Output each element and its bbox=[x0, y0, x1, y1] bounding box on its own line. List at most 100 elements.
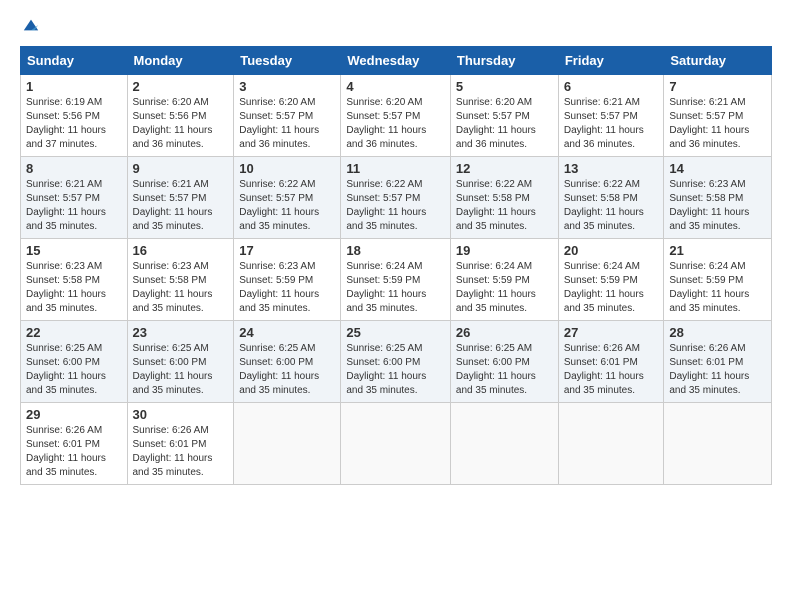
calendar-cell: 24Sunrise: 6:25 AM Sunset: 6:00 PM Dayli… bbox=[234, 321, 341, 403]
weekday-header-thursday: Thursday bbox=[450, 47, 558, 75]
day-number: 15 bbox=[26, 243, 122, 258]
calendar-cell: 15 Sunrise: 6:23 AM Sunset: 5:58 PM Dayli… bbox=[21, 239, 128, 321]
calendar-cell: 17Sunrise: 6:23 AM Sunset: 5:59 PM Dayli… bbox=[234, 239, 341, 321]
day-info: Sunrise: 6:22 AM Sunset: 5:58 PM Dayligh… bbox=[456, 178, 553, 234]
day-number: 14 bbox=[669, 161, 766, 176]
calendar-cell: 5 Sunrise: 6:20 AM Sunset: 5:57 PM Daylig… bbox=[450, 75, 558, 157]
day-info: Sunrise: 6:25 AM Sunset: 6:00 PM Dayligh… bbox=[26, 342, 122, 398]
calendar-cell: 3 Sunrise: 6:20 AM Sunset: 5:57 PM Daylig… bbox=[234, 75, 341, 157]
calendar-cell: 1 Sunrise: 6:19 AM Sunset: 5:56 PM Daylig… bbox=[21, 75, 128, 157]
day-number: 23 bbox=[133, 325, 229, 340]
day-info: Sunrise: 6:21 AM Sunset: 5:57 PM Dayligh… bbox=[26, 178, 122, 234]
logo bbox=[20, 16, 40, 34]
day-info: Sunrise: 6:20 AM Sunset: 5:57 PM Dayligh… bbox=[456, 96, 553, 152]
weekday-header-wednesday: Wednesday bbox=[341, 47, 451, 75]
day-number: 22 bbox=[26, 325, 122, 340]
day-number: 3 bbox=[239, 79, 335, 94]
weekday-header-monday: Monday bbox=[127, 47, 234, 75]
day-info: Sunrise: 6:20 AM Sunset: 5:56 PM Dayligh… bbox=[133, 96, 229, 152]
day-number: 25 bbox=[346, 325, 445, 340]
calendar-cell: 7 Sunrise: 6:21 AM Sunset: 5:57 PM Daylig… bbox=[664, 75, 772, 157]
page: SundayMondayTuesdayWednesdayThursdayFrid… bbox=[0, 0, 792, 612]
calendar-week-5: 29Sunrise: 6:26 AM Sunset: 6:01 PM Dayli… bbox=[21, 403, 772, 485]
day-info: Sunrise: 6:26 AM Sunset: 6:01 PM Dayligh… bbox=[564, 342, 659, 398]
calendar-cell: 30Sunrise: 6:26 AM Sunset: 6:01 PM Dayli… bbox=[127, 403, 234, 485]
calendar-cell: 6Sunrise: 6:21 AM Sunset: 5:57 PM Daylig… bbox=[558, 75, 664, 157]
day-number: 9 bbox=[133, 161, 229, 176]
day-number: 12 bbox=[456, 161, 553, 176]
calendar-cell: 13Sunrise: 6:22 AM Sunset: 5:58 PM Dayli… bbox=[558, 157, 664, 239]
calendar-week-1: 1 Sunrise: 6:19 AM Sunset: 5:56 PM Daylig… bbox=[21, 75, 772, 157]
calendar-cell: 21Sunrise: 6:24 AM Sunset: 5:59 PM Dayli… bbox=[664, 239, 772, 321]
calendar-cell: 4 Sunrise: 6:20 AM Sunset: 5:57 PM Daylig… bbox=[341, 75, 451, 157]
calendar-cell: 25 Sunrise: 6:25 AM Sunset: 6:00 PM Dayli… bbox=[341, 321, 451, 403]
header bbox=[20, 16, 772, 34]
day-number: 17 bbox=[239, 243, 335, 258]
calendar-cell: 23 Sunrise: 6:25 AM Sunset: 6:00 PM Dayli… bbox=[127, 321, 234, 403]
calendar-cell bbox=[234, 403, 341, 485]
calendar-cell: 8 Sunrise: 6:21 AM Sunset: 5:57 PM Daylig… bbox=[21, 157, 128, 239]
day-info: Sunrise: 6:26 AM Sunset: 6:01 PM Dayligh… bbox=[26, 424, 122, 480]
calendar-week-3: 15 Sunrise: 6:23 AM Sunset: 5:58 PM Dayli… bbox=[21, 239, 772, 321]
day-info: Sunrise: 6:21 AM Sunset: 5:57 PM Dayligh… bbox=[133, 178, 229, 234]
day-number: 8 bbox=[26, 161, 122, 176]
day-info: Sunrise: 6:25 AM Sunset: 6:00 PM Dayligh… bbox=[133, 342, 229, 398]
calendar-cell: 28 Sunrise: 6:26 AM Sunset: 6:01 PM Dayli… bbox=[664, 321, 772, 403]
calendar-cell: 11 Sunrise: 6:22 AM Sunset: 5:57 PM Dayli… bbox=[341, 157, 451, 239]
day-info: Sunrise: 6:26 AM Sunset: 6:01 PM Dayligh… bbox=[669, 342, 766, 398]
calendar-cell: 2 Sunrise: 6:20 AM Sunset: 5:56 PM Daylig… bbox=[127, 75, 234, 157]
day-info: Sunrise: 6:25 AM Sunset: 6:00 PM Dayligh… bbox=[456, 342, 553, 398]
day-info: Sunrise: 6:23 AM Sunset: 5:58 PM Dayligh… bbox=[26, 260, 122, 316]
day-number: 11 bbox=[346, 161, 445, 176]
calendar-cell: 16 Sunrise: 6:23 AM Sunset: 5:58 PM Dayli… bbox=[127, 239, 234, 321]
calendar-cell: 14Sunrise: 6:23 AM Sunset: 5:58 PM Dayli… bbox=[664, 157, 772, 239]
calendar-week-2: 8 Sunrise: 6:21 AM Sunset: 5:57 PM Daylig… bbox=[21, 157, 772, 239]
calendar-cell bbox=[450, 403, 558, 485]
calendar-week-4: 22 Sunrise: 6:25 AM Sunset: 6:00 PM Dayli… bbox=[21, 321, 772, 403]
weekday-header-sunday: Sunday bbox=[21, 47, 128, 75]
day-number: 2 bbox=[133, 79, 229, 94]
day-info: Sunrise: 6:26 AM Sunset: 6:01 PM Dayligh… bbox=[133, 424, 229, 480]
day-number: 27 bbox=[564, 325, 659, 340]
weekday-header-saturday: Saturday bbox=[664, 47, 772, 75]
weekday-header-tuesday: Tuesday bbox=[234, 47, 341, 75]
calendar-cell: 20 Sunrise: 6:24 AM Sunset: 5:59 PM Dayli… bbox=[558, 239, 664, 321]
day-info: Sunrise: 6:25 AM Sunset: 6:00 PM Dayligh… bbox=[239, 342, 335, 398]
day-info: Sunrise: 6:23 AM Sunset: 5:58 PM Dayligh… bbox=[133, 260, 229, 316]
day-number: 16 bbox=[133, 243, 229, 258]
day-info: Sunrise: 6:20 AM Sunset: 5:57 PM Dayligh… bbox=[239, 96, 335, 152]
day-info: Sunrise: 6:20 AM Sunset: 5:57 PM Dayligh… bbox=[346, 96, 445, 152]
day-info: Sunrise: 6:25 AM Sunset: 6:00 PM Dayligh… bbox=[346, 342, 445, 398]
calendar-cell: 26 Sunrise: 6:25 AM Sunset: 6:00 PM Dayli… bbox=[450, 321, 558, 403]
day-number: 20 bbox=[564, 243, 659, 258]
day-info: Sunrise: 6:24 AM Sunset: 5:59 PM Dayligh… bbox=[564, 260, 659, 316]
day-number: 13 bbox=[564, 161, 659, 176]
calendar-cell: 10 Sunrise: 6:22 AM Sunset: 5:57 PM Dayli… bbox=[234, 157, 341, 239]
day-number: 7 bbox=[669, 79, 766, 94]
calendar-cell: 9 Sunrise: 6:21 AM Sunset: 5:57 PM Daylig… bbox=[127, 157, 234, 239]
day-info: Sunrise: 6:24 AM Sunset: 5:59 PM Dayligh… bbox=[456, 260, 553, 316]
day-info: Sunrise: 6:21 AM Sunset: 5:57 PM Dayligh… bbox=[669, 96, 766, 152]
day-info: Sunrise: 6:19 AM Sunset: 5:56 PM Dayligh… bbox=[26, 96, 122, 152]
day-number: 19 bbox=[456, 243, 553, 258]
calendar-cell: 12 Sunrise: 6:22 AM Sunset: 5:58 PM Dayli… bbox=[450, 157, 558, 239]
calendar-table: SundayMondayTuesdayWednesdayThursdayFrid… bbox=[20, 46, 772, 485]
calendar-cell: 29Sunrise: 6:26 AM Sunset: 6:01 PM Dayli… bbox=[21, 403, 128, 485]
logo-icon bbox=[22, 16, 40, 34]
day-number: 10 bbox=[239, 161, 335, 176]
day-info: Sunrise: 6:24 AM Sunset: 5:59 PM Dayligh… bbox=[669, 260, 766, 316]
day-number: 28 bbox=[669, 325, 766, 340]
day-number: 4 bbox=[346, 79, 445, 94]
day-info: Sunrise: 6:22 AM Sunset: 5:57 PM Dayligh… bbox=[239, 178, 335, 234]
calendar-cell bbox=[341, 403, 451, 485]
day-number: 1 bbox=[26, 79, 122, 94]
day-number: 26 bbox=[456, 325, 553, 340]
day-info: Sunrise: 6:22 AM Sunset: 5:57 PM Dayligh… bbox=[346, 178, 445, 234]
day-number: 18 bbox=[346, 243, 445, 258]
calendar-cell: 19 Sunrise: 6:24 AM Sunset: 5:59 PM Dayli… bbox=[450, 239, 558, 321]
day-number: 5 bbox=[456, 79, 553, 94]
calendar-cell bbox=[664, 403, 772, 485]
day-info: Sunrise: 6:21 AM Sunset: 5:57 PM Dayligh… bbox=[564, 96, 659, 152]
weekday-header-friday: Friday bbox=[558, 47, 664, 75]
weekday-header-row: SundayMondayTuesdayWednesdayThursdayFrid… bbox=[21, 47, 772, 75]
